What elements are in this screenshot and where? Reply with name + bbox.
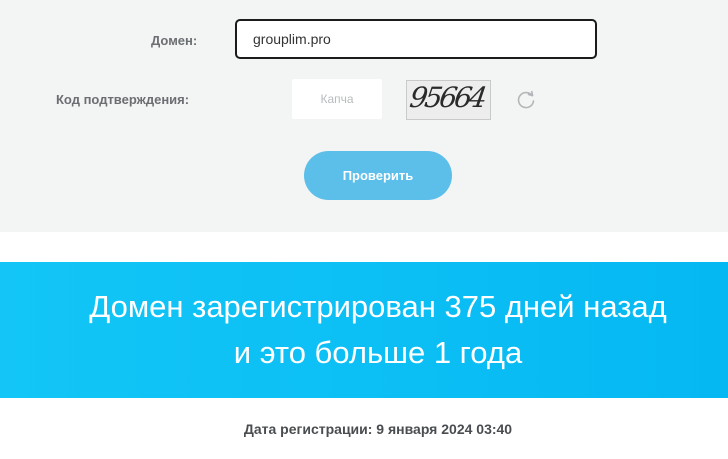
captcha-image: 95664	[406, 80, 491, 120]
check-button[interactable]: Проверить	[304, 151, 452, 200]
refresh-icon[interactable]	[515, 89, 537, 111]
domain-label: Домен:	[151, 33, 198, 48]
result-banner: Домен зарегистрирован 375 дней назад и э…	[0, 262, 728, 398]
captcha-image-text: 95664	[407, 81, 487, 114]
result-summary-text: и это больше 1 года	[233, 335, 523, 370]
captcha-label: Код подтверждения:	[56, 92, 190, 107]
captcha-input[interactable]	[292, 79, 382, 119]
result-age-text: Домен зарегистрирован 375 дней назад	[89, 289, 667, 324]
registration-date: Дата регистрации: 9 января 2024 03:40	[243, 421, 513, 437]
domain-input[interactable]	[235, 19, 597, 59]
domain-check-form: Домен: Код подтверждения: 95664 Проверит…	[0, 0, 728, 232]
